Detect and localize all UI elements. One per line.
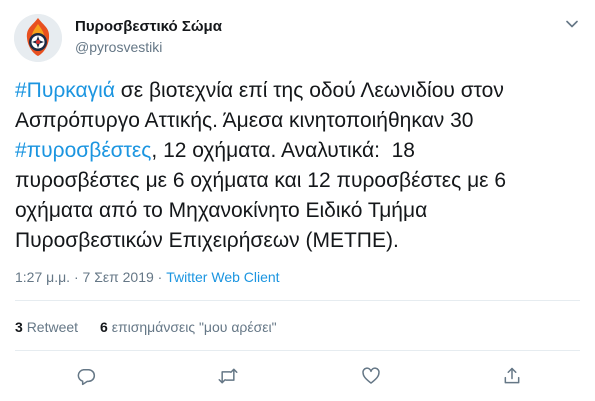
tweet-stats: 3 Retweet 6 επισημάνσεις "μου αρέσει" [15, 318, 277, 336]
likes-count: 6 [100, 319, 108, 335]
fire-service-logo-icon [14, 14, 62, 62]
retweet-button[interactable] [216, 364, 240, 388]
likes-stat[interactable]: 6 επισημάνσεις "μου αρέσει" [100, 319, 277, 335]
meta-separator: · [70, 269, 83, 285]
tweet-text-line: Ασπρόπυργο Αττικής. Άμεσα κινητοποιήθηκα… [15, 106, 585, 136]
reply-icon [77, 369, 96, 386]
chevron-down-icon [566, 20, 578, 28]
hashtag-link[interactable]: #Πυρκαγιά [15, 79, 115, 102]
tweet-text: #Πυρκαγιά σε βιοτεχνία επί της οδού Λεων… [15, 76, 585, 256]
tweet-text-line: #Πυρκαγιά σε βιοτεχνία επί της οδού Λεων… [15, 76, 585, 106]
tweet-text-segment: Πυροσβεστικών Επιχειρήσεων (ΜΕΤΠΕ). [15, 229, 399, 252]
tweet-text-line: οχήματα από το Μηχανοκίνητο Ειδικό Τμήμα [15, 196, 585, 226]
tweet-text-line: Πυροσβεστικών Επιχειρήσεων (ΜΕΤΠΕ). [15, 226, 585, 256]
tweet-card: Πυροσβεστικό Σώμα @pyrosvestiki #Πυρκαγι… [0, 0, 595, 401]
tweet-text-segment: οχήματα από το Μηχανοκίνητο Ειδικό Τμήμα [15, 199, 428, 222]
tweet-text-line: πυροσβέστες με 6 οχήματα και 12 πυροσβέσ… [15, 166, 585, 196]
retweets-stat[interactable]: 3 Retweet [15, 319, 78, 335]
divider [15, 300, 580, 301]
hashtag-link[interactable]: #πυροσβέστες [15, 139, 151, 162]
author-handle[interactable]: @pyrosvestiki [75, 38, 222, 56]
reply-button[interactable] [74, 364, 98, 388]
tweet-menu-button[interactable] [563, 15, 581, 33]
share-icon [504, 367, 520, 384]
retweet-icon [218, 368, 238, 384]
likes-label: επισημάνσεις "μου αρέσει" [111, 319, 277, 335]
tweet-time[interactable]: 1:27 μ.μ. [15, 269, 70, 285]
tweet-text-segment: , 12 οχήματα. Αναλυτικά: 18 [151, 139, 415, 162]
author-display-name[interactable]: Πυροσβεστικό Σώμα [75, 17, 222, 36]
retweets-count: 3 [15, 319, 23, 335]
tweet-text-segment: σε βιοτεχνία επί της οδού Λεωνιδίου στον [114, 79, 504, 102]
tweet-text-line: #πυροσβέστες, 12 οχήματα. Αναλυτικά: 18 [15, 136, 585, 166]
meta-separator: · [153, 269, 167, 285]
tweet-actions [0, 364, 595, 388]
share-button[interactable] [500, 364, 524, 388]
tweet-author: Πυροσβεστικό Σώμα @pyrosvestiki [75, 17, 222, 56]
tweet-client-link[interactable]: Twitter Web Client [166, 269, 279, 285]
tweet-text-segment: Ασπρόπυργο Αττικής. Άμεσα κινητοποιήθηκα… [15, 109, 474, 132]
avatar[interactable] [14, 14, 62, 62]
like-button[interactable] [359, 364, 383, 388]
tweet-text-segment: πυροσβέστες με 6 οχήματα και 12 πυροσβέσ… [15, 169, 507, 192]
tweet-date[interactable]: 7 Σεπ 2019 [83, 269, 154, 285]
retweets-label: Retweet [26, 319, 79, 335]
like-icon [362, 367, 380, 384]
tweet-meta: 1:27 μ.μ. · 7 Σεπ 2019 · Twitter Web Cli… [15, 268, 280, 286]
divider [15, 350, 580, 351]
